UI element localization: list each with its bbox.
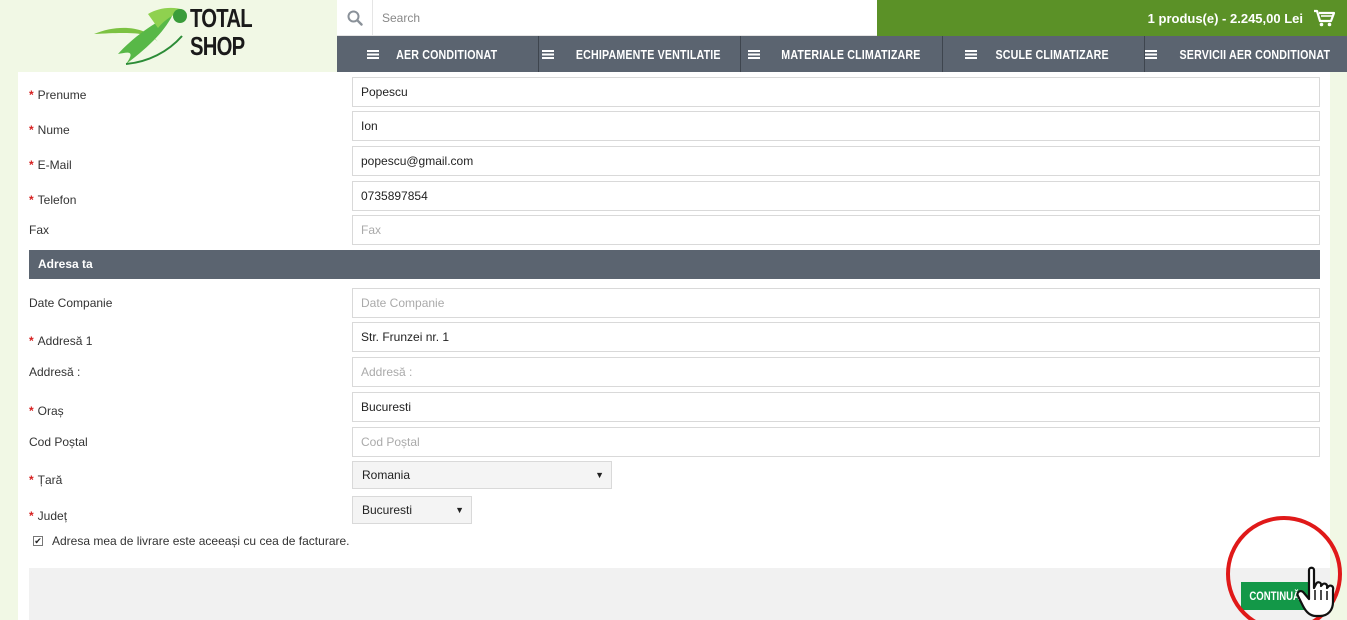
pointer-hand-icon <box>1296 566 1335 618</box>
required-mark: * <box>29 123 34 137</box>
checkout-form: *Prenume *Nume *E-Mail *Telefon Fax Adre… <box>18 72 1330 620</box>
required-mark: * <box>29 509 34 523</box>
nume-field[interactable] <box>352 111 1320 141</box>
companie-label: Date Companie <box>29 296 113 310</box>
adresa2-field[interactable] <box>352 357 1320 387</box>
menu-icon <box>366 49 379 59</box>
same-address-checkbox[interactable]: ✔ <box>33 536 43 546</box>
required-mark: * <box>29 193 34 207</box>
adresa1-field[interactable] <box>352 322 1320 352</box>
menu-icon <box>747 49 760 59</box>
fax-label: Fax <box>29 223 50 237</box>
tara-label: * Țară <box>29 473 63 487</box>
menu-icon <box>542 49 555 59</box>
nav-aer-conditionat[interactable]: AER CONDITIONAT <box>337 36 539 72</box>
oras-label: * Oraș <box>29 404 64 418</box>
prenume-label: * Prenume <box>29 88 87 102</box>
telefon-label: * Telefon <box>29 193 77 207</box>
required-mark: * <box>29 88 34 102</box>
menu-icon <box>1145 49 1158 59</box>
search-icon[interactable] <box>337 0 373 36</box>
tara-select[interactable]: Romania ▼ <box>352 461 612 489</box>
same-address-option: ✔ Adresa mea de livrare este aceeași cu … <box>33 534 350 548</box>
email-field[interactable] <box>352 146 1320 176</box>
adresa2-label: Addresă : <box>29 365 81 379</box>
form-footer <box>29 568 1330 620</box>
judet-select[interactable]: Bucuresti ▼ <box>352 496 472 524</box>
nav-materiale-climatizare[interactable]: MATERIALE CLIMATIZARE <box>741 36 943 72</box>
logo-text: TOTAL SHOP <box>190 3 253 61</box>
judet-label: * Județ <box>29 509 68 523</box>
cod-postal-field[interactable] <box>352 427 1320 457</box>
nav-scule-climatizare[interactable]: SCULE CLIMATIZARE <box>943 36 1145 72</box>
companie-field[interactable] <box>352 288 1320 318</box>
logo[interactable]: TOTAL SHOP <box>0 0 337 72</box>
cart-summary[interactable]: 1 produs(e) - 2.245,00 Lei <box>877 0 1347 36</box>
required-mark: * <box>29 404 34 418</box>
fax-field[interactable] <box>352 215 1320 245</box>
nav-servicii-aer-conditionat[interactable]: SERVICII AER CONDITIONAT <box>1145 36 1347 72</box>
required-mark: * <box>29 334 34 348</box>
email-label: * E-Mail <box>29 158 72 172</box>
prenume-field[interactable] <box>352 77 1320 107</box>
cart-icon <box>1314 9 1335 27</box>
nume-label: * Nume <box>29 123 70 137</box>
search-bar <box>337 0 877 36</box>
nav-echipamente-ventilatie[interactable]: ECHIPAMENTE VENTILATIE <box>539 36 741 72</box>
search-input[interactable] <box>373 0 877 36</box>
required-mark: * <box>29 158 34 172</box>
cart-text: 1 produs(e) - 2.245,00 Lei <box>1147 10 1303 26</box>
caret-down-icon: ▼ <box>595 470 604 480</box>
main-nav: AER CONDITIONAT ECHIPAMENTE VENTILATIE M… <box>337 36 1347 72</box>
telefon-field[interactable] <box>352 181 1320 211</box>
same-address-label: Adresa mea de livrare este aceeași cu ce… <box>52 534 350 548</box>
cod-postal-label: Cod Poștal <box>29 435 88 449</box>
oras-field[interactable] <box>352 392 1320 422</box>
address-section-header: Adresa ta <box>29 250 1320 279</box>
caret-down-icon: ▼ <box>455 505 464 515</box>
adresa1-label: * Addresă 1 <box>29 334 93 348</box>
menu-icon <box>965 49 978 59</box>
required-mark: * <box>29 473 34 487</box>
runner-logo-icon <box>94 7 187 65</box>
